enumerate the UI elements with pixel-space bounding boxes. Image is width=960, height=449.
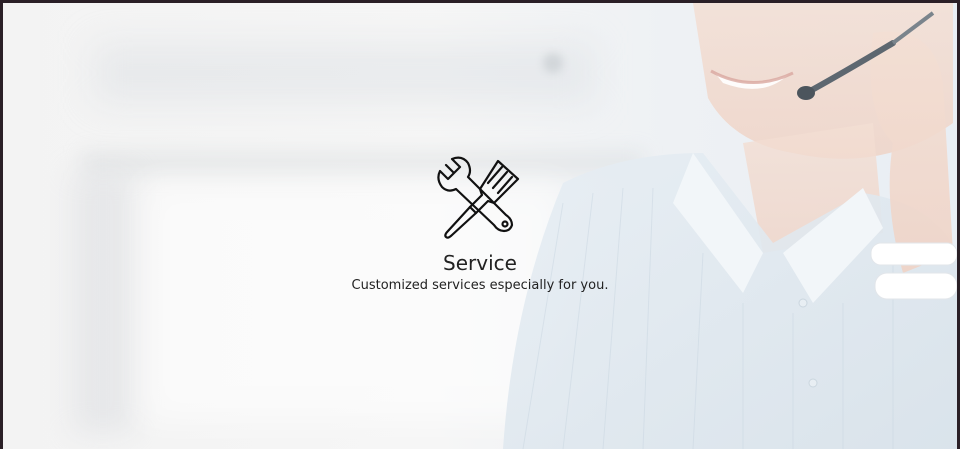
service-subtitle: Customized services especially for you. — [351, 278, 609, 293]
service-content: Service Customized services especially f… — [3, 153, 957, 295]
wrench-screwdriver-icon — [437, 156, 520, 239]
service-hero-banner: Service Customized services especially f… — [3, 3, 957, 449]
service-title: Service — [443, 251, 517, 275]
banner-frame: Service Customized services especially f… — [0, 0, 960, 449]
